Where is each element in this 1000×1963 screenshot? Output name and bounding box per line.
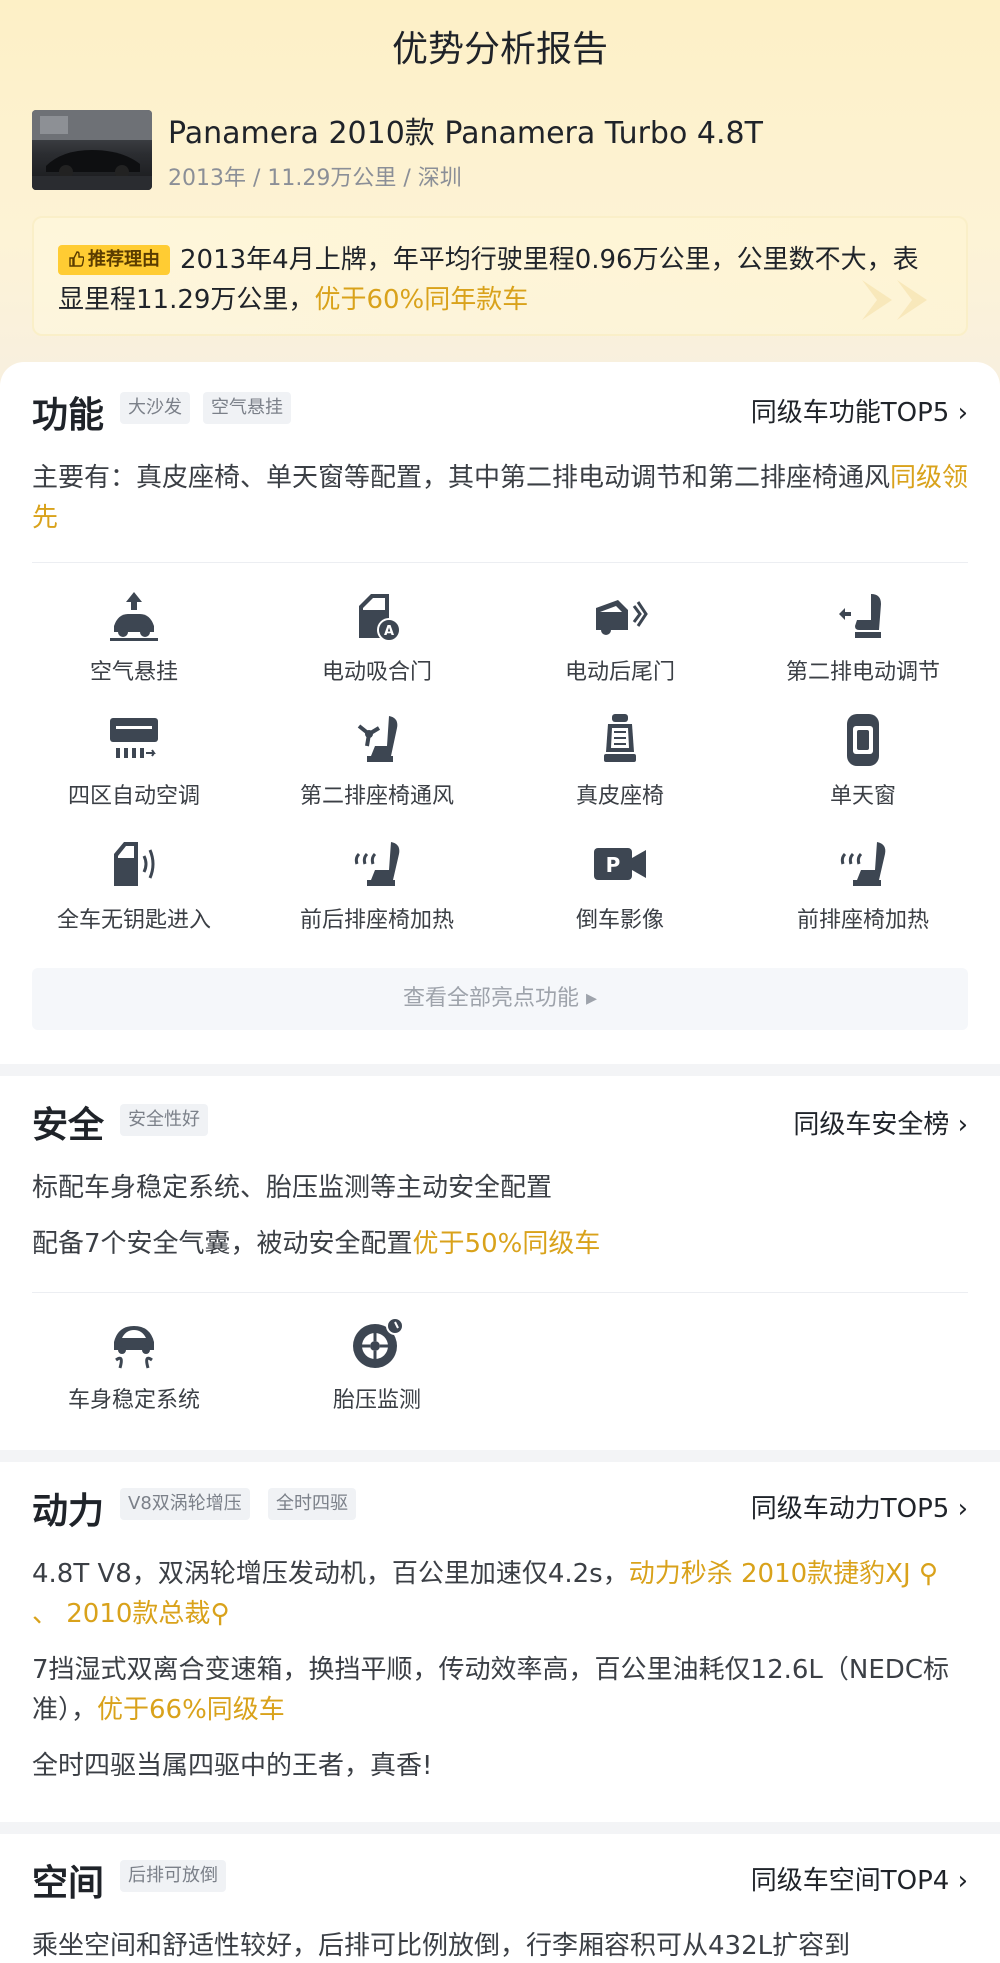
car-thumbnail[interactable] xyxy=(32,110,152,190)
power-top5-link[interactable]: 同级车动力TOP5 › xyxy=(751,1488,968,1525)
feature-power-tailgate[interactable]: 电动后尾门 xyxy=(500,588,740,686)
feature-label: 真皮座椅 xyxy=(575,784,664,809)
feature-air-suspension[interactable]: 空气悬挂 xyxy=(14,588,254,686)
quote-decoration-icon xyxy=(862,280,927,320)
safety-divider xyxy=(32,1292,968,1293)
feature-rear-seat-adjust[interactable]: 第二排电动调节 xyxy=(743,588,983,686)
safety-line-2-highlight: 优于50%同级车 xyxy=(412,1229,601,1259)
recommend-reason-highlight: 优于60%同年款车 xyxy=(314,285,529,315)
power-compare-link-2[interactable]: 2010款总裁 xyxy=(66,1599,210,1629)
search-icon: ⚲ xyxy=(910,1559,938,1589)
feature-label: 前排座椅加热 xyxy=(796,908,929,933)
feature-label: 单天窗 xyxy=(829,784,896,809)
car-meta-info: 2013年 / 11.29万公里 / 深圳 xyxy=(168,166,462,191)
function-section: 功能 大沙发 空气悬挂 同级车功能TOP5 › 主要有：真皮座椅、单天窗等配置，… xyxy=(0,362,1000,1064)
power-line-3: 全时四驱当属四驱中的王者，真香! xyxy=(32,1751,433,1781)
recommend-reason-box: 推荐理由 2013年4月上牌，年平均行驶里程0.96万公里，公里数不大，表显里程1… xyxy=(32,216,968,336)
function-summary: 主要有：真皮座椅、单天窗等配置，其中第二排电动调节和第二排座椅通风同级领先 xyxy=(32,458,972,538)
stability-control-icon xyxy=(114,1326,154,1369)
soft-close-door-icon: A xyxy=(359,594,401,642)
safety-line-2-text: 配备7个安全气囊，被动安全配置 xyxy=(32,1229,413,1259)
feature-label: 电动吸合门 xyxy=(321,660,432,685)
power-section-title: 动力 xyxy=(32,1491,105,1532)
sunroof-icon xyxy=(847,714,879,766)
safety-section: 安全 安全性好 同级车安全榜 › 标配车身稳定系统、胎压监测等主动安全配置 配备… xyxy=(0,1076,1000,1450)
power-line-2-highlight: 优于66%同级车 xyxy=(97,1695,285,1725)
report-header: 优势分析报告 Panamera 2010款 Panamera Turbo 4.8… xyxy=(0,0,1000,400)
safety-tag-1: 安全性好 xyxy=(120,1104,208,1136)
function-top5-link[interactable]: 同级车功能TOP5 › xyxy=(751,392,968,429)
feature-label: 倒车影像 xyxy=(575,908,664,933)
power-line-1-text: 4.8T V8，双涡轮增压发动机，百公里加速仅4.2s， xyxy=(32,1559,629,1589)
feature-label: 四区自动空调 xyxy=(67,784,200,809)
power-compare-link[interactable]: 动力秒杀 2010款捷豹XJ xyxy=(629,1559,911,1589)
tire-pressure-icon xyxy=(353,1317,404,1368)
seat-heating-icon xyxy=(354,842,400,886)
feature-stability-control[interactable]: 车身稳定系统 xyxy=(14,1316,254,1414)
space-section: 空间 后排可放倒 同级车空间TOP4 › 乘坐空间和舒适性较好，后排可比例放倒，… xyxy=(0,1834,1000,1963)
car-model-name: Panamera 2010款 Panamera Turbo 4.8T xyxy=(168,116,763,151)
safety-line-1: 标配车身稳定系统、胎压监测等主动安全配置 xyxy=(32,1173,553,1203)
function-summary-text: 主要有：真皮座椅、单天窗等配置，其中第二排电动调节和第二排座椅通风 xyxy=(32,463,891,493)
feature-seat-ventilation[interactable]: 第二排座椅通风 xyxy=(257,712,497,810)
space-section-title: 空间 xyxy=(32,1863,105,1904)
recommend-reason-badge: 推荐理由 xyxy=(58,245,170,275)
feature-seat-heating[interactable]: 前后排座椅加热 xyxy=(257,836,497,934)
feature-label: 前后排座椅加热 xyxy=(299,908,454,933)
feature-soft-close-door[interactable]: A 电动吸合门 xyxy=(257,588,497,686)
feature-label: 胎压监测 xyxy=(332,1388,421,1413)
safety-section-title: 安全 xyxy=(32,1105,105,1146)
power-line-2: 7挡湿式双离合变速箱，换挡平顺，传动效率高，百公里油耗仅12.6L（NEDC标准… xyxy=(32,1650,972,1730)
feature-tire-pressure[interactable]: 胎压监测 xyxy=(257,1316,497,1414)
power-section: 动力 V8双涡轮增压 全时四驱 同级车动力TOP5 › 4.8T V8，双涡轮增… xyxy=(0,1462,1000,1822)
feature-leather-seat[interactable]: 真皮座椅 xyxy=(500,712,740,810)
feature-label: 电动后尾门 xyxy=(564,660,675,685)
recommend-reason-badge-text: 推荐理由 xyxy=(88,249,160,270)
svg-text:A: A xyxy=(384,624,394,639)
leather-seat-icon xyxy=(604,714,636,762)
feature-front-seat-heating[interactable]: 前排座椅加热 xyxy=(743,836,983,934)
function-tag-1: 大沙发 xyxy=(120,392,190,424)
function-divider xyxy=(32,562,968,563)
page-title: 优势分析报告 xyxy=(391,29,608,70)
feature-reverse-camera[interactable]: P 倒车影像 xyxy=(500,836,740,934)
search-icon: ⚲ xyxy=(210,1599,230,1629)
four-zone-ac-icon xyxy=(110,718,158,758)
car-photo-icon xyxy=(32,110,152,190)
power-tag-2: 全时四驱 xyxy=(268,1488,356,1520)
power-tailgate-icon xyxy=(596,600,648,635)
function-tag-2: 空气悬挂 xyxy=(203,392,291,424)
feature-label: 车身稳定系统 xyxy=(67,1388,200,1413)
feature-label: 全车无钥匙进入 xyxy=(56,908,211,933)
safety-line-2: 配备7个安全气囊，被动安全配置优于50%同级车 xyxy=(32,1224,972,1264)
rear-seat-adjust-icon xyxy=(839,594,881,638)
feature-sunroof[interactable]: 单天窗 xyxy=(743,712,983,810)
safety-rank-link[interactable]: 同级车安全榜 › xyxy=(793,1104,968,1141)
feature-label: 第二排电动调节 xyxy=(785,660,940,685)
thumb-up-icon xyxy=(69,251,85,267)
reverse-camera-icon: P xyxy=(594,848,646,880)
air-suspension-icon xyxy=(110,592,158,641)
feature-four-zone-ac[interactable]: 四区自动空调 xyxy=(14,712,254,810)
power-tag-1: V8双涡轮增压 xyxy=(120,1488,250,1520)
feature-keyless-entry[interactable]: 全车无钥匙进入 xyxy=(14,836,254,934)
function-section-title: 功能 xyxy=(32,395,105,436)
space-tag-1: 后排可放倒 xyxy=(120,1860,226,1892)
space-top4-link[interactable]: 同级车空间TOP4 › xyxy=(751,1860,968,1897)
feature-label: 空气悬挂 xyxy=(89,660,178,685)
svg-text:P: P xyxy=(606,853,621,877)
power-separator: 、 xyxy=(32,1599,67,1629)
power-line-1: 4.8T V8，双涡轮增压发动机，百公里加速仅4.2s，动力秒杀 2010款捷豹… xyxy=(32,1554,972,1634)
front-seat-heating-icon xyxy=(840,842,886,886)
seat-ventilation-icon xyxy=(357,716,398,762)
view-all-features-button[interactable]: 查看全部亮点功能 ▸ xyxy=(32,968,968,1030)
space-line-1: 乘坐空间和舒适性较好，后排可比例放倒，行李厢容积可从432L扩容到 xyxy=(32,1931,851,1961)
keyless-entry-icon xyxy=(114,842,155,886)
feature-label: 第二排座椅通风 xyxy=(299,784,454,809)
